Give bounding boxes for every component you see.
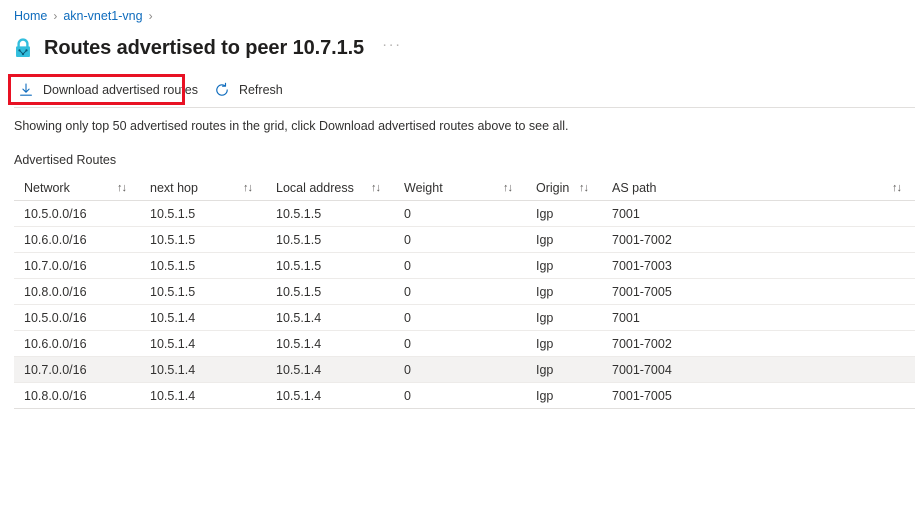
column-header-local-address-label: Local address [276, 180, 354, 195]
vpn-gateway-lock-icon [16, 38, 30, 57]
cell-as_path: 7001-7003 [602, 252, 915, 279]
cell-local_address: 10.5.1.5 [266, 200, 394, 227]
cell-as_path: 7001-7002 [602, 226, 915, 253]
breadcrumb-separator-icon: › [148, 9, 153, 23]
column-header-weight-label: Weight [404, 180, 443, 195]
table-row[interactable]: 10.6.0.0/16 10.5.1.5 10.5.1.5 0 Igp 7001-7002 [14, 226, 915, 253]
cell-origin: Igp [526, 226, 602, 253]
table-row[interactable]: 10.5.0.0/16 10.5.1.5 10.5.1.5 0 Igp 7001 [14, 200, 915, 227]
cell-origin: Igp [526, 252, 602, 279]
grid-caption: Advertised Routes [14, 153, 117, 167]
download-arrow-icon [20, 83, 32, 96]
cell-next_hop: 10.5.1.4 [140, 356, 266, 383]
cell-origin: Igp [526, 356, 602, 383]
cell-local_address: 10.5.1.5 [266, 252, 394, 279]
cell-local_address: 10.5.1.4 [266, 382, 394, 409]
cell-next_hop: 10.5.1.5 [140, 200, 266, 227]
sort-icon[interactable]: ↑↓ [579, 182, 589, 194]
cell-next_hop: 10.5.1.4 [140, 330, 266, 357]
breadcrumb-item-home[interactable]: Home [14, 8, 47, 24]
cell-as_path: 7001-7002 [602, 330, 915, 357]
breadcrumb-item-akn-vnet1-vng[interactable]: akn-vnet1-vng [63, 8, 142, 24]
cell-origin: Igp [526, 382, 602, 409]
sort-icon[interactable]: ↑↓ [117, 182, 127, 194]
cell-as_path: 7001-7005 [602, 382, 915, 409]
cell-weight: 0 [394, 200, 526, 227]
cell-weight: 0 [394, 304, 526, 331]
column-header-origin-label: Origin [536, 180, 570, 195]
command-bar-divider [14, 107, 915, 108]
column-header-weight[interactable]: Weight ↑↓ [394, 175, 526, 201]
advertised-routes-grid: Network ↑↓ next hop ↑↓ Local address ↑↓ [0, 175, 917, 409]
more-options-icon[interactable]: ··· [382, 37, 402, 56]
cell-origin: Igp [526, 330, 602, 357]
table-row[interactable]: 10.6.0.0/16 10.5.1.4 10.5.1.4 0 Igp 7001-7002 [14, 330, 915, 357]
sort-icon[interactable]: ↑↓ [892, 182, 902, 194]
cell-weight: 0 [394, 226, 526, 253]
cell-origin: Igp [526, 278, 602, 305]
column-header-local-address[interactable]: Local address ↑↓ [266, 175, 394, 201]
column-header-as-path[interactable]: AS path ↑↓ [602, 175, 915, 201]
table-header-row: Network ↑↓ next hop ↑↓ Local address ↑↓ [14, 175, 915, 201]
table-body: 10.5.0.0/16 10.5.1.5 10.5.1.5 0 Igp 7001 10.6.… [14, 200, 915, 409]
column-header-next-hop-label: next hop [150, 180, 198, 195]
cell-next_hop: 10.5.1.4 [140, 304, 266, 331]
page-title: Routes advertised to peer 10.7.1.5 [44, 36, 365, 59]
cell-weight: 0 [394, 356, 526, 383]
cell-weight: 0 [394, 278, 526, 305]
cell-as_path: 7001 [602, 200, 915, 227]
cell-local_address: 10.5.1.4 [266, 304, 394, 331]
cell-network: 10.6.0.0/16 [14, 330, 140, 357]
cell-origin: Igp [526, 200, 602, 227]
column-header-origin[interactable]: Origin ↑↓ [526, 175, 602, 201]
page-header: Routes advertised to peer 10.7.1.5 ··· [0, 25, 917, 65]
cell-network: 10.8.0.0/16 [14, 278, 140, 305]
download-advertised-routes-button[interactable]: Download advertised routes [16, 76, 208, 104]
cell-as_path: 7001-7004 [602, 356, 915, 383]
column-header-network-label: Network [24, 180, 70, 195]
refresh-circular-arrow-icon [216, 82, 228, 96]
breadcrumb: Home › akn-vnet1-vng › [0, 0, 917, 25]
command-bar: Download advertised routes Refresh [0, 74, 917, 108]
cell-local_address: 10.5.1.4 [266, 356, 394, 383]
cell-as_path: 7001-7005 [602, 278, 915, 305]
table-row[interactable]: 10.8.0.0/16 10.5.1.5 10.5.1.5 0 Igp 7001-7005 [14, 278, 915, 305]
column-header-network[interactable]: Network ↑↓ [14, 175, 140, 201]
grid-truncation-notice: Showing only top 50 advertised routes in… [14, 119, 569, 133]
cell-next_hop: 10.5.1.5 [140, 278, 266, 305]
table-row[interactable]: 10.7.0.0/16 10.5.1.4 10.5.1.4 0 Igp 7001-7004 [14, 356, 915, 383]
cell-network: 10.8.0.0/16 [14, 382, 140, 409]
cell-next_hop: 10.5.1.5 [140, 252, 266, 279]
cell-local_address: 10.5.1.5 [266, 278, 394, 305]
download-advertised-routes-label: Download advertised routes [43, 83, 198, 97]
breadcrumb-separator-icon: › [53, 9, 58, 23]
cell-network: 10.5.0.0/16 [14, 304, 140, 331]
cell-network: 10.6.0.0/16 [14, 226, 140, 253]
sort-icon[interactable]: ↑↓ [503, 182, 513, 194]
column-header-next-hop[interactable]: next hop ↑↓ [140, 175, 266, 201]
cell-network: 10.5.0.0/16 [14, 200, 140, 227]
cell-network: 10.7.0.0/16 [14, 252, 140, 279]
refresh-button[interactable]: Refresh [212, 76, 293, 104]
table-row[interactable]: 10.8.0.0/16 10.5.1.4 10.5.1.4 0 Igp 7001-7005 [14, 382, 915, 409]
cell-weight: 0 [394, 252, 526, 279]
cell-weight: 0 [394, 330, 526, 357]
cell-local_address: 10.5.1.4 [266, 330, 394, 357]
table-row[interactable]: 10.7.0.0/16 10.5.1.5 10.5.1.5 0 Igp 7001-7003 [14, 252, 915, 279]
table-row[interactable]: 10.5.0.0/16 10.5.1.4 10.5.1.4 0 Igp 7001 [14, 304, 915, 331]
sort-icon[interactable]: ↑↓ [371, 182, 381, 194]
cell-weight: 0 [394, 382, 526, 409]
cell-origin: Igp [526, 304, 602, 331]
column-header-as-path-label: AS path [612, 180, 657, 195]
sort-icon[interactable]: ↑↓ [243, 182, 253, 194]
cell-local_address: 10.5.1.5 [266, 226, 394, 253]
cell-network: 10.7.0.0/16 [14, 356, 140, 383]
cell-next_hop: 10.5.1.4 [140, 382, 266, 409]
refresh-label: Refresh [238, 83, 283, 97]
cell-next_hop: 10.5.1.5 [140, 226, 266, 253]
cell-as_path: 7001 [602, 304, 915, 331]
